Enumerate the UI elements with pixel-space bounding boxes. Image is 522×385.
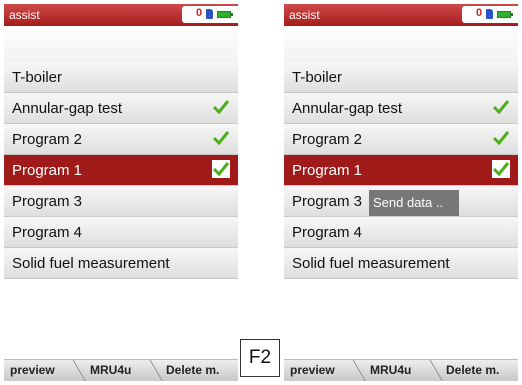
f2-key-label: F2 [248,347,272,368]
device-screen-right: assist 0 T-boiler Annular-gap test Progr… [284,4,518,381]
menu-item-t-boiler[interactable]: T-boiler [4,62,238,93]
sd-card-icon [206,9,213,19]
status-indicators: 0 [462,6,518,23]
battery-icon [217,11,233,18]
menu-item-label: Annular-gap test [12,100,123,117]
menu-item-solid-fuel-measurement[interactable]: Solid fuel measurement [4,248,238,279]
menu-item-label: Program 1 [12,162,83,179]
softkey-preview[interactable]: preview [10,363,55,377]
menu-item-program-1[interactable]: Program 1 [4,155,238,186]
menu-item-annular-gap-test[interactable]: Annular-gap test [4,93,238,124]
softkey-mru4u[interactable]: MRU4u [90,363,131,377]
check-icon [212,100,230,115]
sd-card-icon [486,9,493,19]
header-spacer [4,26,238,62]
softkey-divider [72,360,87,381]
program-menu: T-boiler Annular-gap test Program 2 Prog… [4,62,238,279]
device-screen-left: assist 0 T-boiler Annular-gap test Progr… [4,4,238,381]
menu-item-label: T-boiler [292,69,343,86]
menu-item-label: Program 4 [292,224,363,241]
menu-item-program-4[interactable]: Program 4 [4,217,238,248]
check-icon [212,160,230,178]
check-icon [492,131,510,146]
softkey-divider [149,360,164,381]
menu-item-program-4[interactable]: Program 4 [284,217,518,248]
check-icon [492,160,510,178]
menu-item-program-3[interactable]: Program 3 [4,186,238,217]
menu-item-program-2[interactable]: Program 2 [284,124,518,155]
f2-key[interactable]: F2 [240,339,280,377]
menu-item-label: Program 2 [12,131,83,148]
softkey-mru4u[interactable]: MRU4u [370,363,411,377]
send-data-tooltip: Send data .. [369,190,459,216]
status-title: assist [9,8,40,22]
menu-item-label: Program 2 [292,131,363,148]
softkey-preview[interactable]: preview [290,363,335,377]
menu-item-solid-fuel-measurement[interactable]: Solid fuel measurement [284,248,518,279]
menu-item-label: Annular-gap test [292,100,403,117]
status-bar: assist 0 [4,4,238,26]
softkey-bar: preview MRU4u Delete m. [284,359,518,381]
menu-item-annular-gap-test[interactable]: Annular-gap test [284,93,518,124]
softkey-delete[interactable]: Delete m. [166,363,219,377]
softkey-divider [352,360,367,381]
status-bar: assist 0 [284,4,518,26]
menu-item-program-1[interactable]: Program 1 [284,155,518,186]
status-title: assist [289,8,320,22]
softkey-delete[interactable]: Delete m. [446,363,499,377]
menu-item-label: Program 4 [12,224,83,241]
status-indicators: 0 [182,6,238,23]
softkey-divider [429,360,444,381]
menu-item-label: Solid fuel measurement [292,255,450,272]
menu-item-t-boiler[interactable]: T-boiler [284,62,518,93]
menu-item-label: Program 3 [292,193,363,210]
menu-item-label: Solid fuel measurement [12,255,170,272]
menu-item-label: Program 3 [12,193,83,210]
menu-item-program-2[interactable]: Program 2 [4,124,238,155]
check-icon [212,131,230,146]
battery-icon [497,11,513,18]
program-menu: T-boiler Annular-gap test Program 2 Prog… [284,62,518,279]
menu-item-label: T-boiler [12,69,63,86]
status-count: 0 [196,7,203,19]
check-icon [492,100,510,115]
softkey-bar: preview MRU4u Delete m. [4,359,238,381]
status-count: 0 [476,7,483,19]
header-spacer [284,26,518,62]
menu-item-label: Program 1 [292,162,363,179]
